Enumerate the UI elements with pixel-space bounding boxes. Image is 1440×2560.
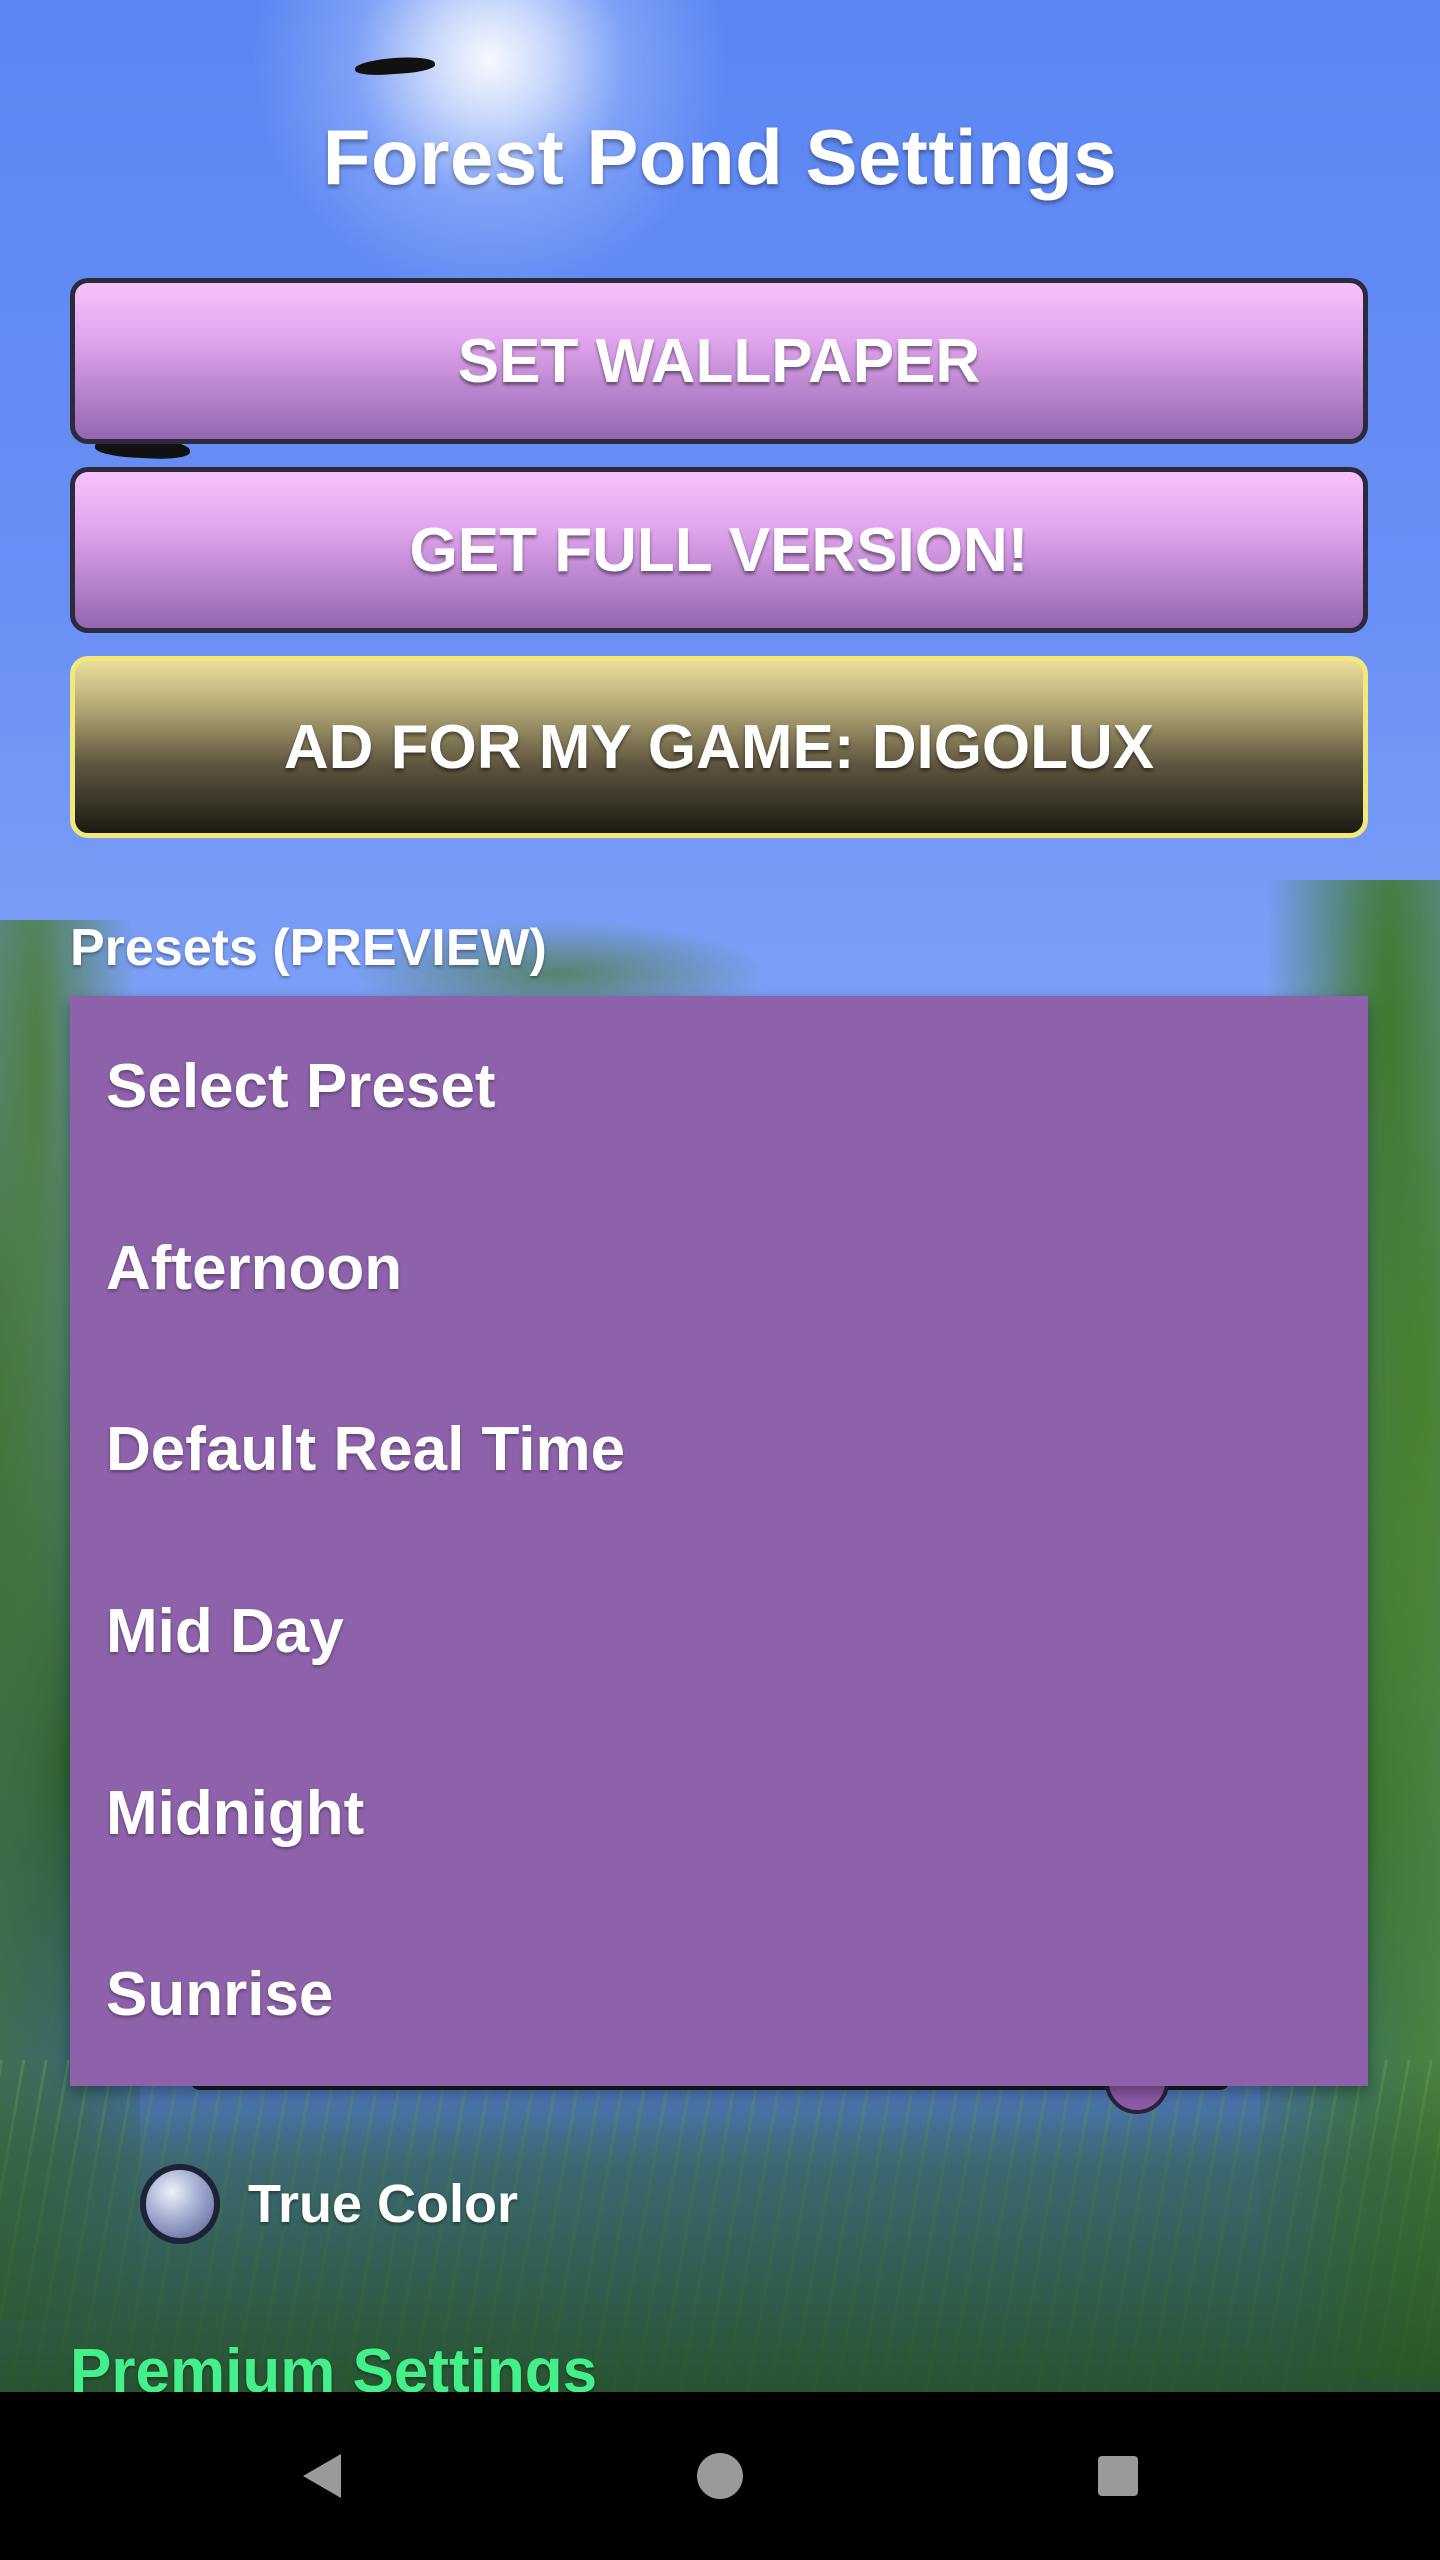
true-color-option[interactable]: True Color: [140, 2158, 518, 2250]
nav-back-button[interactable]: [242, 2392, 402, 2560]
get-full-version-button[interactable]: GET FULL VERSION!: [70, 467, 1368, 633]
preset-option-select[interactable]: Select Preset: [70, 996, 1368, 1178]
presets-dropdown-menu[interactable]: Select Preset Afternoon Default Real Tim…: [70, 996, 1368, 2086]
nav-recents-button[interactable]: [1038, 2392, 1198, 2560]
nav-home-button[interactable]: [640, 2392, 800, 2560]
preset-option-afternoon[interactable]: Afternoon: [70, 1178, 1368, 1360]
preset-option-sunrise[interactable]: Sunrise: [70, 1904, 1368, 2086]
true-color-label: True Color: [248, 2174, 519, 2234]
presets-label: Presets (PREVIEW): [70, 919, 547, 977]
preset-option-midnight[interactable]: Midnight: [70, 1722, 1368, 1904]
preset-option-default-real-time[interactable]: Default Real Time: [70, 1359, 1368, 1541]
back-icon: [303, 2454, 341, 2498]
recents-icon: [1098, 2456, 1138, 2496]
game-ad-button[interactable]: AD FOR MY GAME: DIGOLUX: [70, 656, 1368, 838]
true-color-radio[interactable]: [140, 2164, 220, 2244]
set-wallpaper-button[interactable]: SET WALLPAPER: [70, 278, 1368, 444]
system-navigation-bar: [0, 2392, 1440, 2560]
preset-option-mid-day[interactable]: Mid Day: [70, 1541, 1368, 1723]
home-icon: [697, 2453, 743, 2499]
page-title: Forest Pond Settings: [322, 113, 1118, 201]
settings-panel: Forest Pond Settings SET WALLPAPER GET F…: [0, 0, 1440, 2406]
